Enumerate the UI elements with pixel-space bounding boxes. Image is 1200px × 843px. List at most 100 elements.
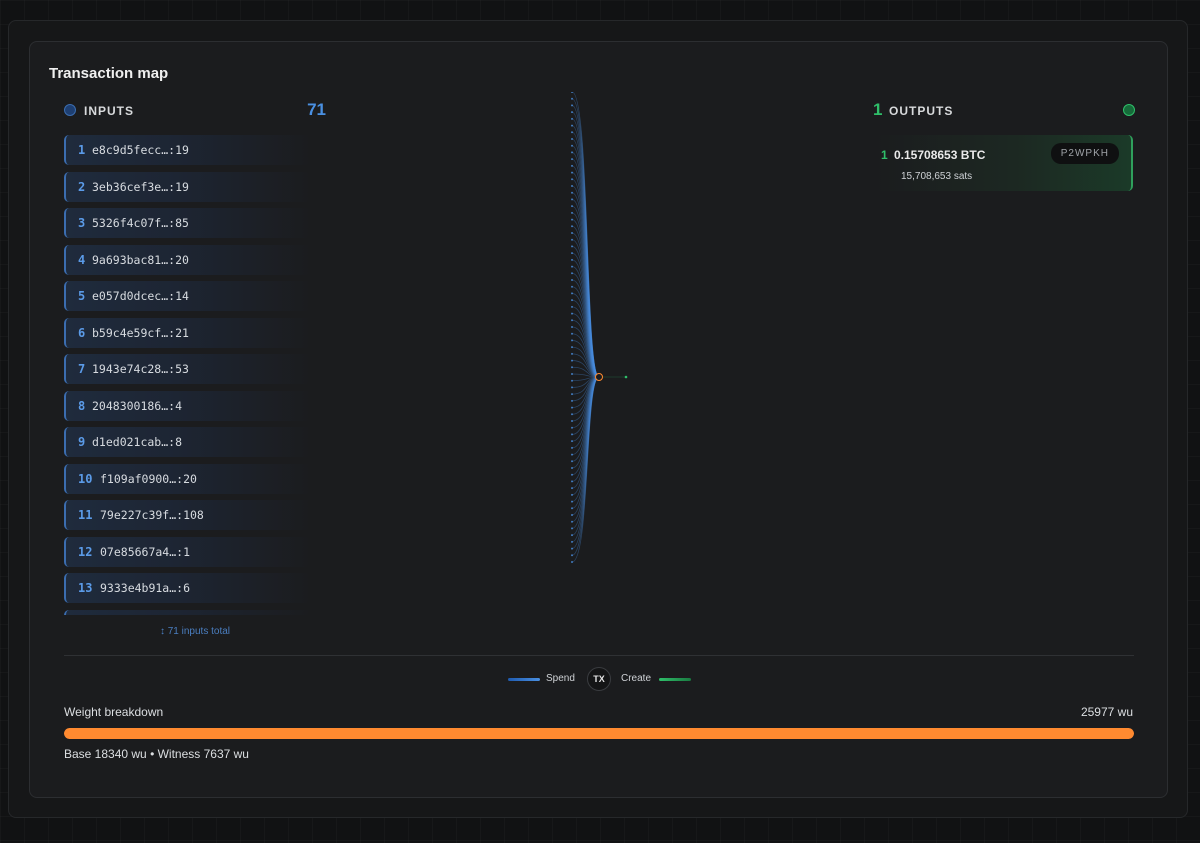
- input-row[interactable]: 6 b59c4e59cf…:21: [64, 317, 312, 348]
- flow-legend: Spend TX Create: [30, 666, 1169, 692]
- input-endpoint: [571, 211, 573, 214]
- output-row[interactable]: 1 0.15708653 BTC 15,708,653 sats P2WPKH: [873, 135, 1133, 191]
- input-row[interactable]: 5 e057d0dcec…:14: [64, 281, 312, 311]
- input-endpoint: [571, 131, 573, 134]
- input-endpoint: [571, 171, 573, 174]
- output-amount: 0.15708653 BTC: [894, 148, 986, 162]
- outputs-header: 1 OUTPUTS: [873, 100, 1135, 122]
- input-endpoint: [571, 413, 573, 416]
- input-endpoint: [571, 554, 573, 557]
- input-row[interactable]: 11 79e227c39f…:108: [64, 500, 312, 530]
- input-row[interactable]: 8 2048300186…:4: [64, 390, 312, 421]
- input-endpoint: [571, 480, 573, 483]
- input-index: 3: [78, 216, 86, 230]
- input-endpoint: [571, 534, 573, 537]
- input-outpoint: 2048300186…:4: [92, 398, 183, 413]
- input-endpoint: [571, 164, 573, 167]
- input-endpoint: [571, 359, 573, 362]
- input-outpoint: b59c4e59cf…:21: [92, 325, 189, 340]
- legend-create: Create: [621, 673, 652, 684]
- input-endpoint: [571, 305, 573, 308]
- input-endpoint: [571, 92, 573, 93]
- input-endpoint: [571, 312, 573, 315]
- transaction-map-card: Transaction map INPUTS 71 1 e8c9d5fecc…:…: [29, 41, 1168, 798]
- page-frame: Transaction map INPUTS 71 1 e8c9d5fecc…:…: [8, 20, 1188, 818]
- input-endpoint: [571, 198, 573, 201]
- input-endpoint: [571, 514, 573, 516]
- input-index: 12: [78, 544, 93, 559]
- input-endpoint: [571, 379, 573, 382]
- input-endpoint: [571, 352, 573, 355]
- input-index: 9: [78, 435, 86, 449]
- input-outpoint: e057d0dcec…:14: [92, 289, 189, 303]
- input-endpoint: [571, 326, 573, 328]
- input-endpoint: [571, 265, 573, 268]
- input-endpoint: [571, 453, 573, 456]
- input-index: 5: [78, 289, 86, 303]
- input-endpoint: [571, 245, 573, 248]
- input-endpoint: [571, 393, 573, 396]
- outputs-count: 1: [873, 100, 883, 119]
- input-row-partial[interactable]: [64, 609, 312, 615]
- input-index: 4: [78, 252, 86, 267]
- input-index: 11: [78, 508, 93, 522]
- output-index: 1: [881, 148, 888, 162]
- input-endpoint: [571, 473, 573, 476]
- input-endpoint: [571, 339, 573, 342]
- input-endpoint: [571, 520, 573, 523]
- input-endpoint: [571, 279, 573, 281]
- weight-detail: Base 18340 wu • Witness 7637 wu: [64, 747, 249, 761]
- input-outpoint: 9333e4b91a…:6: [100, 581, 191, 595]
- input-endpoint: [571, 191, 573, 194]
- weight-bar-fill: [64, 728, 1134, 739]
- input-outpoint: 1943e74c28…:53: [92, 362, 189, 376]
- outputs-dot-icon: [1123, 104, 1135, 116]
- input-endpoint: [571, 527, 573, 530]
- inputs-list[interactable]: 1 e8c9d5fecc…:19 2 3eb36cef3e…:19 3 5326…: [64, 135, 312, 615]
- input-row[interactable]: 1 e8c9d5fecc…:19: [64, 135, 312, 165]
- legend-spend: Spend: [546, 673, 575, 684]
- input-endpoint: [571, 111, 573, 114]
- weight-bar: [64, 728, 1134, 739]
- input-row[interactable]: 3 5326f4c07f…:85: [64, 208, 312, 238]
- input-endpoint: [571, 151, 573, 154]
- input-index: 2: [78, 179, 86, 194]
- input-endpoint: [571, 319, 573, 322]
- input-row[interactable]: 12 07e85667a4…:1: [64, 536, 312, 567]
- input-endpoint: [571, 124, 573, 127]
- input-endpoint: [571, 285, 573, 288]
- input-index: 13: [78, 581, 93, 595]
- inputs-total-note: ↕ 71 inputs total: [159, 626, 231, 637]
- input-endpoint: [571, 292, 573, 295]
- input-endpoint: [571, 272, 573, 275]
- input-row[interactable]: 13 9333e4b91a…:6: [64, 573, 312, 603]
- input-endpoint: [571, 185, 573, 187]
- input-endpoint: [571, 158, 573, 161]
- input-outpoint: e8c9d5fecc…:19: [92, 143, 189, 157]
- input-row[interactable]: 7 1943e74c28…:53: [64, 354, 312, 384]
- input-endpoint: [571, 205, 573, 208]
- input-endpoint: [571, 547, 573, 550]
- input-endpoint: [571, 487, 573, 490]
- input-row[interactable]: 10 f109af0900…:20: [64, 463, 312, 494]
- input-endpoint: [571, 232, 573, 234]
- input-endpoint: [571, 117, 573, 120]
- input-endpoint: [571, 433, 573, 436]
- input-row[interactable]: 4 9a693bac81…:20: [64, 244, 312, 275]
- output-endpoint: [624, 375, 628, 379]
- input-endpoint: [571, 144, 573, 147]
- input-endpoint: [571, 258, 573, 261]
- tx-node: [595, 373, 603, 381]
- input-endpoint: [571, 252, 573, 255]
- input-endpoint: [571, 97, 573, 100]
- input-row[interactable]: 9 d1ed021cab…:8: [64, 427, 312, 457]
- input-endpoint: [571, 399, 573, 402]
- card-title: Transaction map: [49, 65, 169, 82]
- input-endpoint: [571, 225, 573, 228]
- input-endpoint: [571, 406, 573, 409]
- input-outpoint: 3eb36cef3e…:19: [92, 179, 189, 194]
- input-index: 1: [78, 143, 86, 157]
- input-endpoint: [571, 493, 573, 496]
- input-endpoint: [571, 420, 573, 422]
- input-row[interactable]: 2 3eb36cef3e…:19: [64, 171, 312, 202]
